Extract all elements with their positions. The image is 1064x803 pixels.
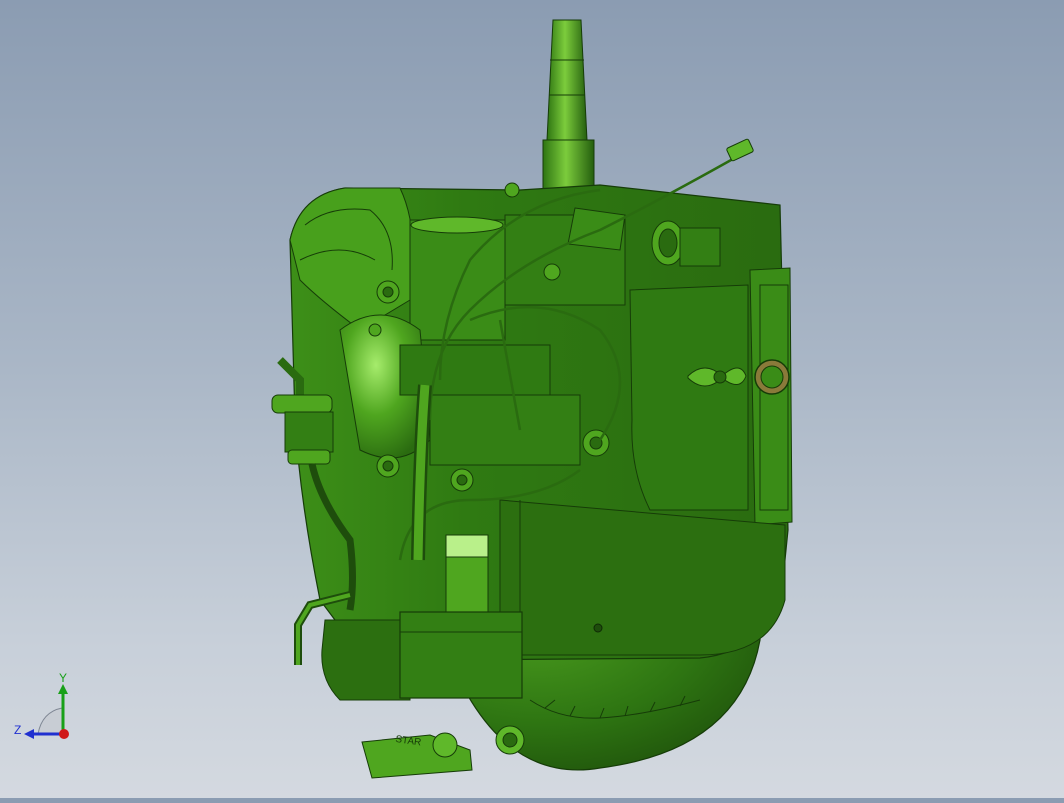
cable-probe[interactable] (726, 138, 754, 162)
z-axis-label: Z (14, 723, 21, 737)
electrical-box[interactable] (399, 611, 523, 699)
highlight-block (445, 534, 489, 616)
sensor-module[interactable] (567, 207, 626, 251)
hose[interactable] (411, 384, 432, 561)
x-axis-dot (59, 729, 69, 739)
tag: STAR (361, 725, 525, 779)
cad-viewport[interactable]: STAR Y Z (0, 0, 1064, 798)
top-connector[interactable] (651, 220, 721, 267)
sight-glass[interactable] (754, 359, 790, 395)
engine-model[interactable]: STAR (0, 0, 1064, 798)
y-axis-label: Y (59, 672, 67, 685)
axis-triad[interactable]: Y Z (8, 672, 88, 752)
output-shaft[interactable] (542, 19, 595, 196)
